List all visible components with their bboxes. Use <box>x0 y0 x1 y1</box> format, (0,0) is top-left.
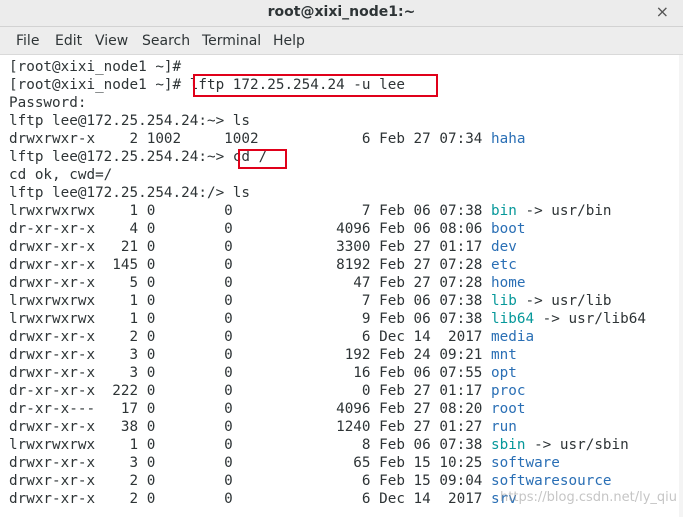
terminal-line: drwxr-xr-x 3 0 0 16 Feb 06 07:55 opt <box>9 364 517 382</box>
terminal-text: lftp lee@172.25.254.24:/> ls <box>9 185 251 201</box>
terminal-line: dr-xr-x--- 17 0 0 4096 Feb 27 08:20 root <box>9 400 525 418</box>
terminal-line: cd ok, cwd=/ <box>9 166 112 184</box>
terminal-text: lftp 172.25.254.24 -u lee <box>189 77 405 93</box>
directory-name: softwaresource <box>491 473 612 489</box>
terminal-text: drwxr-xr-x 3 0 0 16 Feb 06 07:55 <box>9 365 492 381</box>
terminal-text: drwxr-xr-x 38 0 0 1240 Feb 27 01:27 <box>9 419 492 435</box>
terminal-text: [root@xixi_node1 ~]# <box>9 77 190 93</box>
terminal-text: lftp lee@172.25.254.24:~> <box>9 149 233 165</box>
directory-name: home <box>491 275 526 291</box>
directory-name: software <box>491 455 560 471</box>
terminal-text: lrwxrwxrwx 1 0 0 9 Feb 06 07:38 <box>9 311 492 327</box>
directory-name: opt <box>491 365 517 381</box>
terminal-output[interactable]: [root@xixi_node1 ~]# [root@xixi_node1 ~]#… <box>0 55 683 517</box>
terminal-scrollbar[interactable] <box>679 55 683 517</box>
terminal-text: -> usr/sbin <box>525 437 629 453</box>
terminal-line: dr-xr-xr-x 222 0 0 0 Feb 27 01:17 proc <box>9 382 525 400</box>
directory-name: etc <box>491 257 517 273</box>
directory-name: mnt <box>491 347 517 363</box>
terminal-line: drwxr-xr-x 5 0 0 47 Feb 27 07:28 home <box>9 274 525 292</box>
directory-name: dev <box>491 239 517 255</box>
terminal-text: Password: <box>9 95 87 111</box>
terminal-line: drwxr-xr-x 145 0 0 8192 Feb 27 07:28 etc <box>9 256 517 274</box>
terminal-text: drwxr-xr-x 3 0 0 65 Feb 15 10:25 <box>9 455 492 471</box>
directory-name: run <box>491 419 517 435</box>
terminal-text: lrwxrwxrwx 1 0 0 7 Feb 06 07:38 <box>9 203 492 219</box>
terminal-line: drwxr-xr-x 38 0 0 1240 Feb 27 01:27 run <box>9 418 517 436</box>
symlink-name: lib <box>491 293 517 309</box>
terminal-text: dr-xr-x--- 17 0 0 4096 Feb 27 08:20 <box>9 401 492 417</box>
directory-name: media <box>491 329 535 345</box>
terminal-text: -> usr/lib64 <box>534 311 646 327</box>
terminal-text: drwxr-xr-x 5 0 0 47 Feb 27 07:28 <box>9 275 492 291</box>
terminal-text: -> usr/lib <box>516 293 612 309</box>
menu-file[interactable]: File <box>16 33 39 49</box>
symlink-name: bin <box>491 203 517 219</box>
menu-help[interactable]: Help <box>273 33 305 49</box>
symlink-name: lib64 <box>491 311 535 327</box>
terminal-line: drwxr-xr-x 2 0 0 6 Feb 15 09:04 software… <box>9 472 612 490</box>
window-titlebar: root@xixi_node1:~ × <box>0 0 683 27</box>
terminal-line: drwxr-xr-x 3 0 0 65 Feb 15 10:25 softwar… <box>9 454 560 472</box>
terminal-line: dr-xr-xr-x 4 0 0 4096 Feb 06 08:06 boot <box>9 220 525 238</box>
terminal-line: drwxrwxr-x 2 1002 1002 6 Feb 27 07:34 ha… <box>9 130 525 148</box>
directory-name: haha <box>491 131 526 147</box>
terminal-line: lftp lee@172.25.254.24:~> cd / <box>9 148 267 166</box>
terminal-line: [root@xixi_node1 ~]# lftp 172.25.254.24 … <box>9 76 405 94</box>
menu-bar: File Edit View Search Terminal Help <box>0 27 683 55</box>
terminal-line: drwxr-xr-x 21 0 0 3300 Feb 27 01:17 dev <box>9 238 517 256</box>
directory-name: root <box>491 401 526 417</box>
menu-view[interactable]: View <box>95 33 128 49</box>
terminal-text: lrwxrwxrwx 1 0 0 8 Feb 06 07:38 <box>9 437 492 453</box>
terminal-text: drwxr-xr-x 2 0 0 6 Feb 15 09:04 <box>9 473 492 489</box>
close-icon[interactable]: × <box>656 2 669 21</box>
terminal-line: Password: <box>9 94 86 112</box>
terminal-line: [root@xixi_node1 ~]# <box>9 58 181 76</box>
terminal-text: dr-xr-xr-x 222 0 0 0 Feb 27 01:17 <box>9 383 492 399</box>
terminal-text: drwxr-xr-x 2 0 0 6 Dec 14 2017 <box>9 329 492 345</box>
terminal-line: drwxr-xr-x 2 0 0 6 Dec 14 2017 media <box>9 328 534 346</box>
terminal-text: drwxr-xr-x 2 0 0 6 Dec 14 2017 <box>9 491 492 507</box>
directory-name: boot <box>491 221 526 237</box>
directory-name: proc <box>491 383 526 399</box>
menu-search[interactable]: Search <box>142 33 190 49</box>
terminal-text: drwxr-xr-x 3 0 0 192 Feb 24 09:21 <box>9 347 492 363</box>
terminal-line: lftp lee@172.25.254.24:~> ls <box>9 112 250 130</box>
terminal-line: drwxr-xr-x 3 0 0 192 Feb 24 09:21 mnt <box>9 346 517 364</box>
terminal-line: lrwxrwxrwx 1 0 0 7 Feb 06 07:38 lib -> u… <box>9 292 612 310</box>
menu-terminal[interactable]: Terminal <box>202 33 261 49</box>
watermark-text: https://blog.csdn.net/ly_qiu <box>500 490 677 505</box>
terminal-text: -> usr/bin <box>516 203 612 219</box>
terminal-line: lrwxrwxrwx 1 0 0 9 Feb 06 07:38 lib64 ->… <box>9 310 646 328</box>
terminal-text: drwxrwxr-x 2 1002 1002 6 Feb 27 07:34 <box>9 131 492 147</box>
terminal-text: dr-xr-xr-x 4 0 0 4096 Feb 06 08:06 <box>9 221 492 237</box>
terminal-line: lftp lee@172.25.254.24:/> ls <box>9 184 250 202</box>
terminal-line: drwxr-xr-x 2 0 0 6 Dec 14 2017 srv <box>9 490 517 508</box>
terminal-text: lftp lee@172.25.254.24:~> ls <box>9 113 251 129</box>
menu-edit[interactable]: Edit <box>55 33 82 49</box>
terminal-text: drwxr-xr-x 21 0 0 3300 Feb 27 01:17 <box>9 239 492 255</box>
terminal-text: [root@xixi_node1 ~]# <box>9 59 182 75</box>
terminal-text: lrwxrwxrwx 1 0 0 7 Feb 06 07:38 <box>9 293 492 309</box>
symlink-name: sbin <box>491 437 526 453</box>
terminal-text: drwxr-xr-x 145 0 0 8192 Feb 27 07:28 <box>9 257 492 273</box>
terminal-text: cd / <box>232 149 268 165</box>
window-title: root@xixi_node1:~ <box>267 4 416 20</box>
terminal-line: lrwxrwxrwx 1 0 0 7 Feb 06 07:38 bin -> u… <box>9 202 612 220</box>
terminal-text: cd ok, cwd=/ <box>9 167 113 183</box>
terminal-line: lrwxrwxrwx 1 0 0 8 Feb 06 07:38 sbin -> … <box>9 436 629 454</box>
